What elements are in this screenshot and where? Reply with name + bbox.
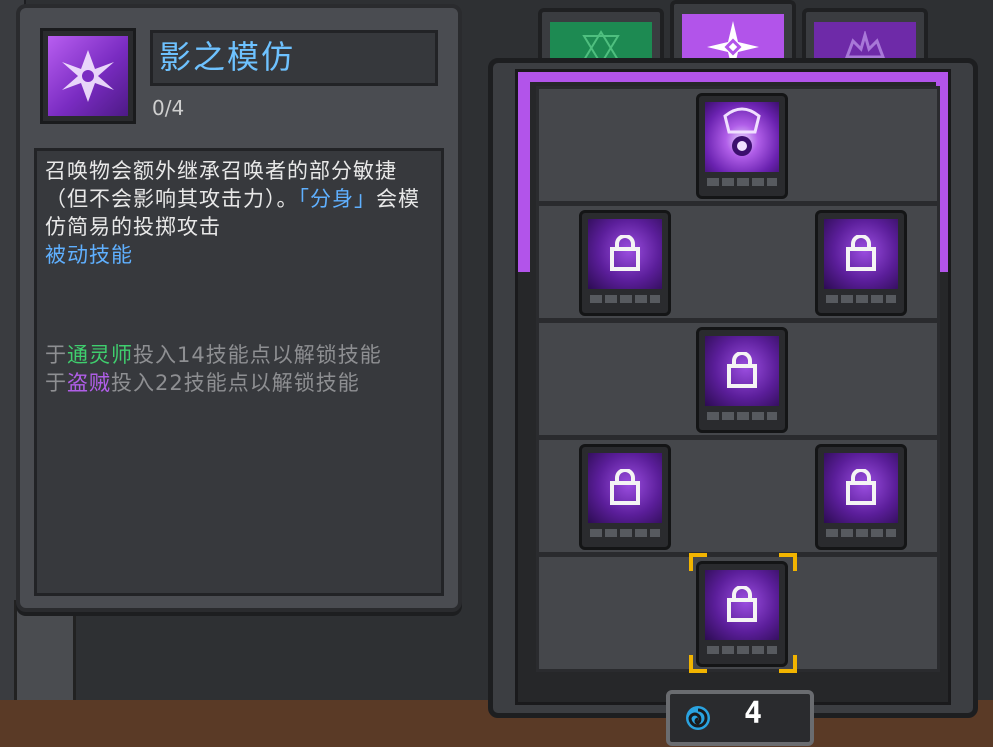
skill-points-counter: 4	[666, 690, 814, 746]
tree-row-1	[536, 86, 940, 204]
skill-tree	[515, 69, 951, 705]
skill-info-panel: 影之模仿 0/4 召唤物会额外继承召唤者的部分敏捷（但不会影响其攻击力）。「分身…	[16, 4, 462, 612]
skill-rank: 0/4	[152, 96, 185, 120]
class-necromancer: 通灵师	[67, 343, 133, 367]
skill-node-4-left[interactable]	[579, 444, 671, 550]
selection-corner-br	[779, 655, 797, 673]
requirement-necromancer: 于通灵师投入14技能点以解锁技能	[45, 341, 433, 369]
selection-corner-bl	[689, 655, 707, 673]
skill-title-box: 影之模仿	[150, 30, 438, 86]
skill-description: 召唤物会额外继承召唤者的部分敏捷（但不会影响其攻击力）。「分身」会模仿简易的投掷…	[45, 157, 437, 269]
tree-row-5	[536, 553, 940, 673]
tree-row-3	[536, 320, 940, 438]
skill-icon-frame	[40, 28, 136, 124]
class-rogue: 盗贼	[67, 371, 111, 395]
tree-row-4	[536, 437, 940, 555]
summon-skill-icon	[705, 102, 779, 172]
lock-icon	[846, 235, 876, 271]
req2-suffix: 投入22技能点以解锁技能	[111, 371, 360, 395]
selection-corner-tl	[689, 553, 707, 571]
skill-node-2-left[interactable]	[579, 210, 671, 316]
req2-prefix: 于	[45, 371, 67, 395]
skill-node-5-selected[interactable]	[696, 561, 788, 667]
unlock-requirements: 于通灵师投入14技能点以解锁技能 于盗贼投入22技能点以解锁技能	[45, 341, 433, 397]
skill-title: 影之模仿	[159, 38, 296, 76]
skill-node-4-right[interactable]	[815, 444, 907, 550]
shuriken-icon	[48, 36, 128, 116]
background-pillar	[14, 600, 76, 716]
requirement-rogue: 于盗贼投入22技能点以解锁技能	[45, 369, 433, 397]
skill-points-value: 4	[744, 696, 763, 731]
lock-icon	[846, 469, 876, 505]
lock-icon	[610, 235, 640, 271]
skill-node-1[interactable]	[696, 93, 788, 199]
lock-icon	[727, 352, 757, 388]
tree-row-2	[536, 203, 940, 321]
selection-corner-tr	[779, 553, 797, 571]
lock-icon	[727, 586, 757, 622]
lock-icon	[610, 469, 640, 505]
description-quote: 「分身」	[298, 187, 376, 211]
swirl-icon	[686, 706, 710, 730]
skill-node-2-right[interactable]	[815, 210, 907, 316]
req1-suffix: 投入14技能点以解锁技能	[133, 343, 382, 367]
skill-type: 被动技能	[45, 243, 133, 267]
skill-node-3[interactable]	[696, 327, 788, 433]
req1-prefix: 于	[45, 343, 67, 367]
skill-tree-panel	[488, 58, 978, 718]
skill-description-box: 召唤物会额外继承召唤者的部分敏捷（但不会影响其攻击力）。「分身」会模仿简易的投掷…	[34, 148, 444, 596]
